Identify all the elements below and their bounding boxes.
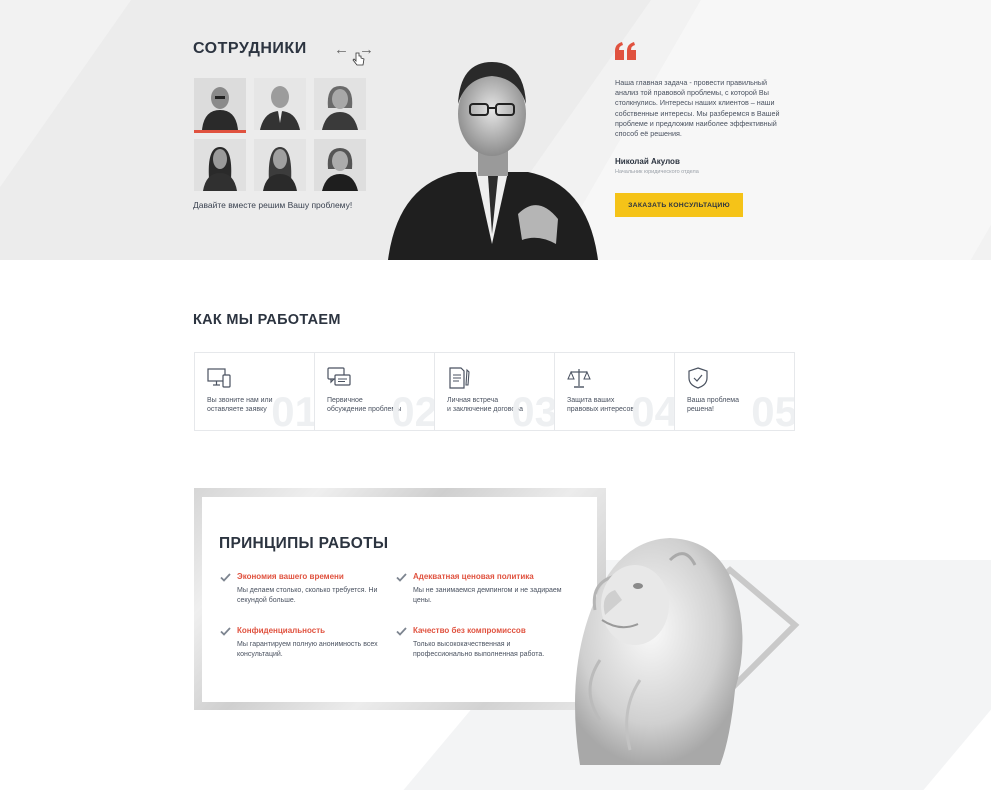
principle-text: Мы делаем столько, сколько требуется. Ни… (237, 587, 378, 604)
staff-thumbnail[interactable] (194, 139, 246, 191)
step-item: Личная встреча и заключение договора 03 (435, 353, 555, 430)
staff-title: СОТРУДНИКИ (193, 40, 307, 57)
staff-thumbnail[interactable] (194, 78, 246, 133)
check-icon (220, 627, 231, 636)
staff-thumbnail-grid (194, 78, 366, 191)
step-item: Первичное обсуждение проблемы 02 (315, 353, 435, 430)
step-text-line2: правовых интересов (567, 406, 635, 413)
staff-tagline: Давайте вместе решим Вашу проблему! (193, 200, 353, 210)
how-we-work-title: КАК МЫ РАБОТАЕМ (193, 312, 341, 328)
step-number: 02 (391, 388, 435, 431)
monitor-phone-icon (207, 368, 231, 388)
check-icon (396, 627, 407, 636)
principle-heading: Конфиденциальность (237, 626, 326, 635)
document-pen-icon (449, 367, 470, 389)
principle-heading: Качество без компромиссов (413, 626, 526, 635)
step-text-line1: Ваша проблема (687, 397, 739, 404)
scales-icon (567, 369, 591, 388)
step-text-line2: решена! (687, 406, 714, 413)
work-steps: Вы звоните нам или оставляете заявку 01 П… (194, 352, 795, 431)
step-item: Защита ваших правовых интересов 04 (555, 353, 675, 430)
step-text-line1: Личная встреча (447, 397, 499, 404)
step-item: Ваша проблема решена! 05 (675, 353, 794, 430)
step-number: 01 (271, 388, 315, 431)
principle-heading: Экономия вашего времени (237, 572, 344, 581)
lion-statue-image (575, 538, 800, 765)
staff-thumbnail[interactable] (314, 139, 366, 191)
check-icon (220, 573, 231, 582)
quote-icon (615, 42, 636, 60)
step-text-line1: Вы звоните нам или (207, 397, 273, 404)
step-text-line2: обсуждение проблемы (327, 406, 402, 413)
staff-thumbnail[interactable] (254, 78, 306, 130)
team-hero-section: СОТРУДНИКИ ← → Давайте вместе решим Вашу… (0, 0, 991, 260)
principles-title: ПРИНЦИПЫ РАБОТЫ (219, 535, 389, 552)
chat-bubbles-icon (327, 367, 351, 386)
shield-check-icon (688, 367, 708, 389)
staff-thumbnail[interactable] (314, 78, 366, 130)
prev-arrow-button[interactable]: ← (334, 42, 349, 58)
step-text-line1: Защита ваших (567, 397, 615, 404)
principle-text: Только высококачественная и профессионал… (413, 641, 545, 658)
step-item: Вы звоните нам или оставляете заявку 01 (195, 353, 315, 430)
staff-thumbnail[interactable] (254, 139, 306, 191)
step-text-line1: Первичное (327, 397, 363, 404)
principle-heading: Адекватная ценовая политика (413, 572, 534, 581)
employee-portrait-photo (388, 62, 598, 260)
principle-text: Мы не занимаемся демпингом и не задираем… (413, 587, 562, 604)
order-consultation-button[interactable]: ЗАКАЗАТЬ КОНСУЛЬТАЦИЮ (615, 193, 743, 217)
quote-author-role: Начальник юридического отдела (615, 169, 699, 175)
check-icon (396, 573, 407, 582)
quote-text: Наша главная задача - провести правильны… (615, 78, 780, 139)
hand-cursor-icon (352, 52, 365, 66)
principle-text: Мы гарантируем полную анонимность всех к… (237, 641, 378, 658)
step-number: 04 (631, 388, 675, 431)
step-number: 05 (751, 388, 794, 431)
step-text-line2: оставляете заявку (207, 406, 267, 413)
quote-author: Николай Акулов (615, 157, 680, 166)
step-number: 03 (511, 388, 555, 431)
